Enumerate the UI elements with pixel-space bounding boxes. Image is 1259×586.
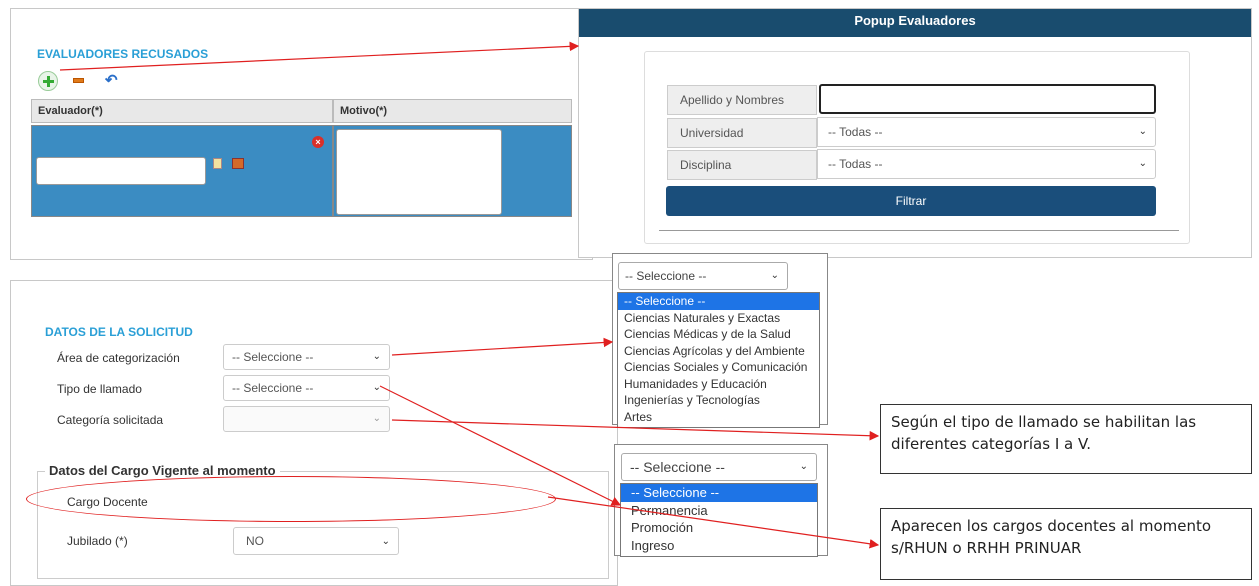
- solicitud-title: DATOS DE LA SOLICITUD: [45, 325, 193, 339]
- area-options-list: -- Seleccione -- Ciencias Naturales y Ex…: [617, 292, 820, 428]
- universidad-select[interactable]: -- Todas -- ⌄: [817, 117, 1156, 147]
- col-header-motivo: Motivo(*): [333, 99, 572, 123]
- edit-icon[interactable]: [213, 158, 222, 169]
- chevron-down-icon: ⌄: [381, 536, 390, 547]
- area-label: Área de categorización: [57, 351, 180, 365]
- area-dropdown-select[interactable]: -- Seleccione -- ⌄: [618, 262, 788, 290]
- disciplina-label: Disciplina: [667, 150, 817, 180]
- chevron-down-icon: ⌄: [770, 270, 779, 281]
- area-option[interactable]: Ingenierías y Tecnologías: [618, 392, 819, 409]
- evaluador-input[interactable]: [36, 157, 206, 185]
- evaluador-cell: ×: [31, 125, 333, 217]
- area-option[interactable]: Ciencias Sociales y Comunicación: [618, 359, 819, 376]
- motivo-textarea[interactable]: [336, 129, 502, 215]
- disciplina-value: -- Todas --: [828, 157, 883, 171]
- filtrar-button[interactable]: Filtrar: [666, 186, 1156, 216]
- jubilado-label: Jubilado (*): [67, 534, 128, 548]
- area-select[interactable]: -- Seleccione -- ⌄: [223, 344, 390, 370]
- popup-filter-card: Apellido y Nombres Universidad -- Todas …: [644, 51, 1190, 244]
- add-icon[interactable]: [38, 71, 58, 91]
- popup-evaluadores: Popup Evaluadores Apellido y Nombres Uni…: [578, 8, 1252, 258]
- remove-icon[interactable]: [73, 78, 84, 83]
- tipo-label: Tipo de llamado: [57, 382, 142, 396]
- tipo-option[interactable]: -- Seleccione --: [621, 484, 817, 502]
- recusados-title: EVALUADORES RECUSADOS: [37, 47, 209, 61]
- tipo-option[interactable]: Permanencia: [621, 502, 817, 520]
- tipo-option[interactable]: Promoción: [621, 519, 817, 537]
- popup-title: Popup Evaluadores: [579, 9, 1251, 37]
- highlight-ellipse: [26, 476, 556, 522]
- chevron-down-icon: ⌄: [799, 461, 808, 472]
- universidad-label: Universidad: [667, 118, 817, 148]
- apellido-input[interactable]: [819, 84, 1156, 114]
- area-dropdown-selected: -- Seleccione --: [625, 269, 707, 283]
- jubilado-value: NO: [246, 534, 264, 548]
- delete-row-icon[interactable]: ×: [312, 136, 324, 148]
- tipo-dropdown-selected: -- Seleccione --: [630, 459, 725, 475]
- chevron-down-icon: ⌄: [1138, 158, 1147, 169]
- chevron-down-icon: ⌄: [1138, 126, 1147, 137]
- chevron-down-icon: ⌄: [372, 382, 381, 393]
- area-option[interactable]: Ciencias Médicas y de la Salud: [618, 326, 819, 343]
- area-option[interactable]: -- Seleccione --: [618, 293, 819, 310]
- area-value: -- Seleccione --: [232, 350, 314, 364]
- datos-solicitud-panel: DATOS DE LA SOLICITUD Área de categoriza…: [10, 280, 618, 586]
- evaluadores-recusados-panel: EVALUADORES RECUSADOS ↶ Evaluador(*) Mot…: [10, 8, 593, 260]
- undo-icon[interactable]: ↶: [105, 71, 118, 89]
- tipo-dropdown-select[interactable]: -- Seleccione -- ⌄: [621, 453, 817, 481]
- tipo-options-list: -- Seleccione -- Permanencia Promoción I…: [620, 483, 818, 557]
- jubilado-select[interactable]: NO ⌄: [233, 527, 399, 555]
- universidad-value: -- Todas --: [828, 125, 883, 139]
- area-option[interactable]: Humanidades y Educación: [618, 376, 819, 393]
- categoria-label: Categoría solicitada: [57, 413, 164, 427]
- motivo-cell: [333, 125, 572, 217]
- area-option[interactable]: Ciencias Naturales y Exactas: [618, 310, 819, 327]
- categoria-select[interactable]: ⌄: [223, 406, 390, 432]
- area-option[interactable]: Artes: [618, 409, 819, 426]
- chevron-down-icon: ⌄: [372, 351, 381, 362]
- eraser-icon[interactable]: [232, 158, 244, 169]
- chevron-down-icon: ⌄: [372, 413, 381, 424]
- col-header-evaluador: Evaluador(*): [31, 99, 333, 123]
- tipo-select[interactable]: -- Seleccione -- ⌄: [223, 375, 390, 401]
- tipo-option[interactable]: Ingreso: [621, 537, 817, 555]
- area-option[interactable]: Ciencias Agrícolas y del Ambiente: [618, 343, 819, 360]
- callout-categorias: Según el tipo de llamado se habilitan la…: [880, 404, 1252, 474]
- apellido-label: Apellido y Nombres: [667, 85, 817, 115]
- tipo-value: -- Seleccione --: [232, 381, 314, 395]
- callout-cargos: Aparecen los cargos docentes al momento …: [880, 508, 1252, 580]
- divider: [659, 230, 1179, 231]
- disciplina-select[interactable]: -- Todas -- ⌄: [817, 149, 1156, 179]
